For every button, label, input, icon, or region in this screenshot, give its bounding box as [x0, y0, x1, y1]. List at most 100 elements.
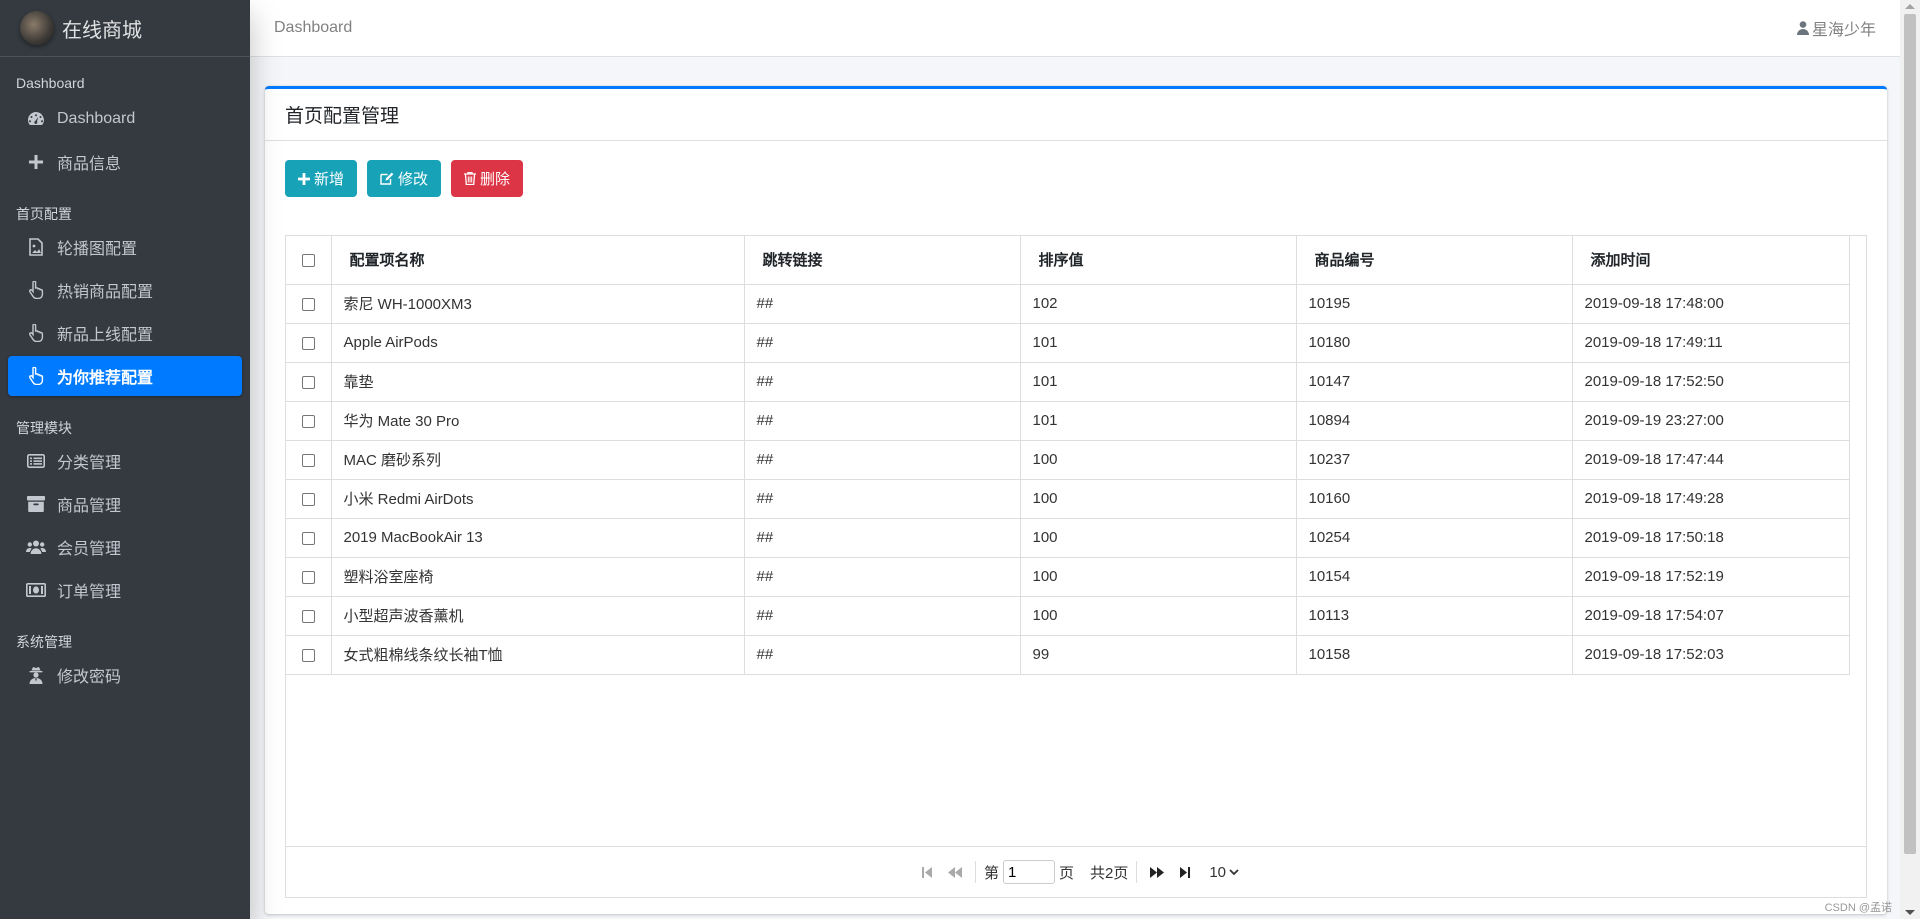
- cell-created-time: 2019-09-18 17:50:18: [1572, 518, 1850, 558]
- pager: 第 页 共2页 10: [286, 846, 1866, 897]
- sidebar-item-category-management[interactable]: 分类管理: [8, 441, 242, 481]
- cell-created-time: 2019-09-18 17:49:28: [1572, 479, 1850, 519]
- next-page-icon[interactable]: [1143, 858, 1171, 886]
- cell-created-time: 2019-09-18 17:49:11: [1572, 323, 1850, 363]
- plus-icon: [26, 152, 46, 172]
- row-checkbox-cell[interactable]: [286, 401, 332, 441]
- cell-name: 靠垫: [331, 362, 745, 402]
- breadcrumb[interactable]: Dashboard: [274, 19, 352, 37]
- scroll-down-icon[interactable]: [1905, 910, 1915, 915]
- row-checkbox[interactable]: [301, 336, 315, 350]
- column-header-rank[interactable]: 排序值: [1020, 236, 1297, 285]
- row-checkbox-cell[interactable]: [286, 557, 332, 597]
- page-size-select[interactable]: 10: [1209, 864, 1239, 881]
- sidebar-item-carousel-config[interactable]: 轮播图配置: [8, 227, 242, 267]
- cell-created-time: 2019-09-18 17:54:07: [1572, 596, 1850, 636]
- table-row[interactable]: MAC 磨砂系列 ## 100 10237 2019-09-18 17:47:44: [286, 440, 1850, 480]
- sidebar-item-label: 商品管理: [57, 498, 122, 515]
- select-all-checkbox[interactable]: [301, 253, 315, 267]
- cell-goods-id: 10180: [1296, 323, 1573, 363]
- list-icon: [26, 451, 46, 471]
- sidebar-item-hot-sale-config[interactable]: 热销商品配置: [8, 270, 242, 310]
- first-page-icon[interactable]: [913, 858, 941, 886]
- prev-page-icon[interactable]: [941, 858, 969, 886]
- cell-name: 小型超声波香薰机: [331, 596, 745, 636]
- sidebar-item-product-info[interactable]: 商品信息: [8, 142, 242, 182]
- row-checkbox-cell[interactable]: [286, 596, 332, 636]
- row-checkbox[interactable]: [301, 609, 315, 623]
- hand-pointer-icon: [26, 280, 46, 300]
- row-checkbox-cell[interactable]: [286, 518, 332, 558]
- sidebar-item-dashboard[interactable]: Dashboard: [8, 99, 242, 139]
- archive-icon: [26, 494, 46, 514]
- sidebar-item-goods-management[interactable]: 商品管理: [8, 484, 242, 524]
- table-row[interactable]: 靠垫 ## 101 10147 2019-09-18 17:52:50: [286, 362, 1850, 402]
- edit-button-label: 修改: [398, 171, 429, 188]
- cell-created-time: 2019-09-18 17:52:50: [1572, 362, 1850, 402]
- sidebar-item-order-management[interactable]: 订单管理: [8, 570, 242, 610]
- table-row[interactable]: 小米 Redmi AirDots ## 100 10160 2019-09-18 17:…: [286, 479, 1850, 519]
- row-checkbox-cell[interactable]: [286, 323, 332, 363]
- table-row[interactable]: 女式粗棉线条纹长袖T恤 ## 99 10158 2019-09-18 17:52:03: [286, 635, 1850, 675]
- cell-created-time: 2019-09-19 23:27:00: [1572, 401, 1850, 441]
- sidebar-item-new-arrival-config[interactable]: 新品上线配置: [8, 313, 242, 353]
- row-checkbox-cell[interactable]: [286, 479, 332, 519]
- scrollbar-thumb[interactable]: [1904, 14, 1916, 854]
- row-checkbox-cell[interactable]: [286, 440, 332, 480]
- cell-name: 小米 Redmi AirDots: [331, 479, 745, 519]
- sidebar-item-member-management[interactable]: 会员管理: [8, 527, 242, 567]
- brand[interactable]: 在线商城: [0, 0, 250, 57]
- table-row[interactable]: 华为 Mate 30 Pro ## 101 10894 2019-09-19 23:27…: [286, 401, 1850, 441]
- cell-link: ##: [744, 518, 1021, 558]
- watermark: CSDN @孟诺: [1824, 902, 1892, 914]
- edit-button[interactable]: 修改: [367, 160, 442, 197]
- column-header-name[interactable]: 配置项名称: [331, 236, 745, 285]
- page-number-input[interactable]: [1002, 860, 1055, 884]
- cell-link: ##: [744, 362, 1021, 402]
- row-checkbox[interactable]: [301, 648, 315, 662]
- add-button[interactable]: 新增: [285, 160, 358, 197]
- select-all-checkbox-cell[interactable]: [286, 236, 332, 285]
- hand-pointer-icon: [26, 323, 46, 343]
- nav-header-dashboard: Dashboard: [16, 75, 85, 91]
- pager-separator: [974, 861, 976, 883]
- user-secret-icon: [26, 665, 46, 685]
- row-checkbox[interactable]: [301, 492, 315, 506]
- cell-goods-id: 10254: [1296, 518, 1573, 558]
- column-header-link[interactable]: 跳转链接: [744, 236, 1021, 285]
- cell-rank: 102: [1020, 284, 1297, 324]
- cell-name: 塑料浴室座椅: [331, 557, 745, 597]
- scroll-up-icon[interactable]: [1905, 4, 1915, 9]
- column-header-goods-id[interactable]: 商品编号: [1296, 236, 1573, 285]
- page-scrollbar[interactable]: [1900, 0, 1920, 919]
- table-row[interactable]: Apple AirPods ## 101 10180 2019-09-18 17:49:…: [286, 323, 1850, 363]
- table-row[interactable]: 塑料浴室座椅 ## 100 10154 2019-09-18 17:52:19: [286, 557, 1850, 597]
- sidebar-item-change-password[interactable]: 修改密码: [8, 655, 242, 695]
- nav-header-system: 系统管理: [16, 634, 72, 650]
- row-checkbox[interactable]: [301, 453, 315, 467]
- page-title: 首页配置管理: [285, 106, 400, 127]
- last-page-icon[interactable]: [1171, 858, 1199, 886]
- row-checkbox[interactable]: [301, 570, 315, 584]
- cell-name: 索尼 WH-1000XM3: [331, 284, 745, 324]
- user-menu[interactable]: 星海少年: [1796, 16, 1876, 40]
- cell-rank: 100: [1020, 557, 1297, 597]
- row-checkbox-cell[interactable]: [286, 284, 332, 324]
- cell-goods-id: 10158: [1296, 635, 1573, 675]
- row-checkbox[interactable]: [301, 375, 315, 389]
- row-checkbox[interactable]: [301, 531, 315, 545]
- delete-button[interactable]: 删除: [451, 160, 524, 197]
- row-checkbox-cell[interactable]: [286, 362, 332, 402]
- table-row[interactable]: 2019 MacBookAir 13 ## 100 10254 2019-09-18 1…: [286, 518, 1850, 558]
- row-checkbox[interactable]: [301, 414, 315, 428]
- row-checkbox-cell[interactable]: [286, 635, 332, 675]
- table-row[interactable]: 索尼 WH-1000XM3 ## 102 10195 2019-09-18 17:48:…: [286, 284, 1850, 324]
- cell-created-time: 2019-09-18 17:47:44: [1572, 440, 1850, 480]
- sidebar-item-label: 修改密码: [57, 669, 122, 686]
- sidebar-item-recommend-config[interactable]: 为你推荐配置: [8, 356, 242, 396]
- sidebar-item-label: 订单管理: [57, 584, 122, 601]
- column-header-created-time[interactable]: 添加时间: [1572, 236, 1850, 285]
- table-row[interactable]: 小型超声波香薰机 ## 100 10113 2019-09-18 17:54:07: [286, 596, 1850, 636]
- pager-separator: [1136, 861, 1138, 883]
- row-checkbox[interactable]: [301, 297, 315, 311]
